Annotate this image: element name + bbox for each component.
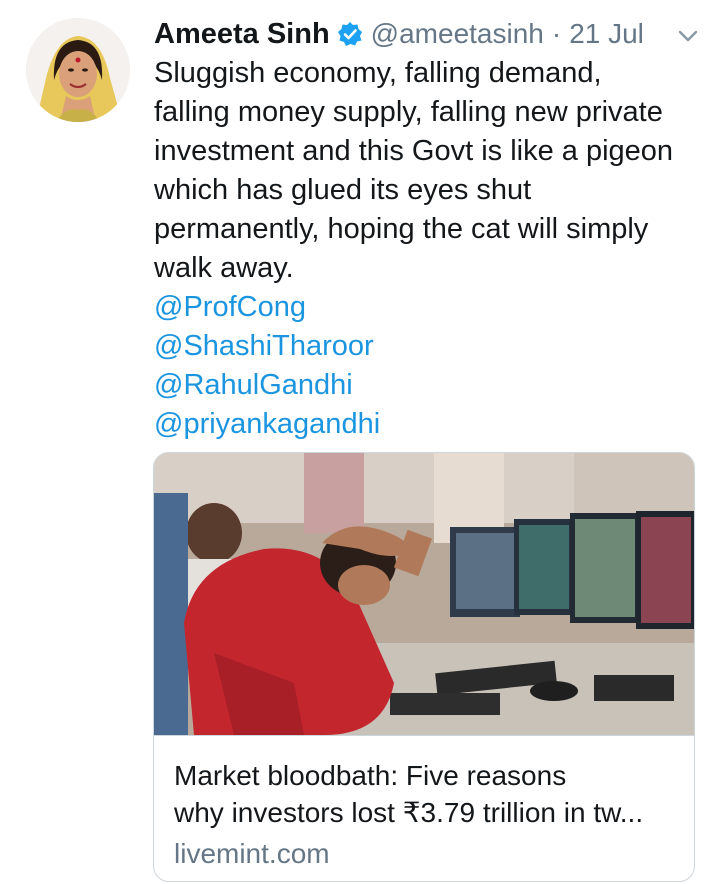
card-image xyxy=(154,453,694,735)
avatar[interactable] xyxy=(26,18,130,122)
tweet-text-line: which has glued its eyes shut xyxy=(154,174,532,206)
link-preview-card[interactable]: Market bloodbath: Five reasons why inves… xyxy=(153,452,695,882)
mention-link[interactable]: @RahulGandhi xyxy=(154,366,704,405)
tweet-text-line: walk away. xyxy=(154,252,294,284)
tweet-date[interactable]: 21 Jul xyxy=(569,18,644,50)
tweet-header: Ameeta Sinh @ameetasinh · 21 Jul xyxy=(154,12,704,56)
tweet-text-line: falling money supply, falling new privat… xyxy=(154,96,663,128)
card-domain[interactable]: livemint.com xyxy=(174,838,330,870)
card-title-line: Market bloodbath: Five reasons xyxy=(174,760,567,791)
chevron-down-icon[interactable] xyxy=(674,22,702,50)
tweet[interactable]: Ameeta Sinh @ameetasinh · 21 Jul Sluggis… xyxy=(0,0,720,884)
tweet-text-line: investment and this Govt is like a pigeo… xyxy=(154,135,674,167)
mention-link[interactable]: @priyankagandhi xyxy=(154,405,704,444)
card-divider xyxy=(154,735,694,736)
tweet-text-line: Sluggish economy, falling demand, xyxy=(154,57,602,89)
card-title-line: why investors lost ₹3.79 trillion in tw.… xyxy=(174,797,644,828)
user-handle[interactable]: @ameetasinh xyxy=(371,18,544,50)
mention-link[interactable]: @ShashiTharoor xyxy=(154,327,704,366)
verified-badge-icon xyxy=(337,21,363,47)
mention-link[interactable]: @ProfCong xyxy=(154,288,704,327)
tweet-text: Sluggish economy, falling demand, fallin… xyxy=(154,54,704,444)
display-name[interactable]: Ameeta Sinh xyxy=(154,18,330,51)
separator-dot: · xyxy=(551,18,562,49)
card-title[interactable]: Market bloodbath: Five reasons why inves… xyxy=(174,757,684,831)
tweet-text-line: permanently, hoping the cat will simply xyxy=(154,213,649,245)
